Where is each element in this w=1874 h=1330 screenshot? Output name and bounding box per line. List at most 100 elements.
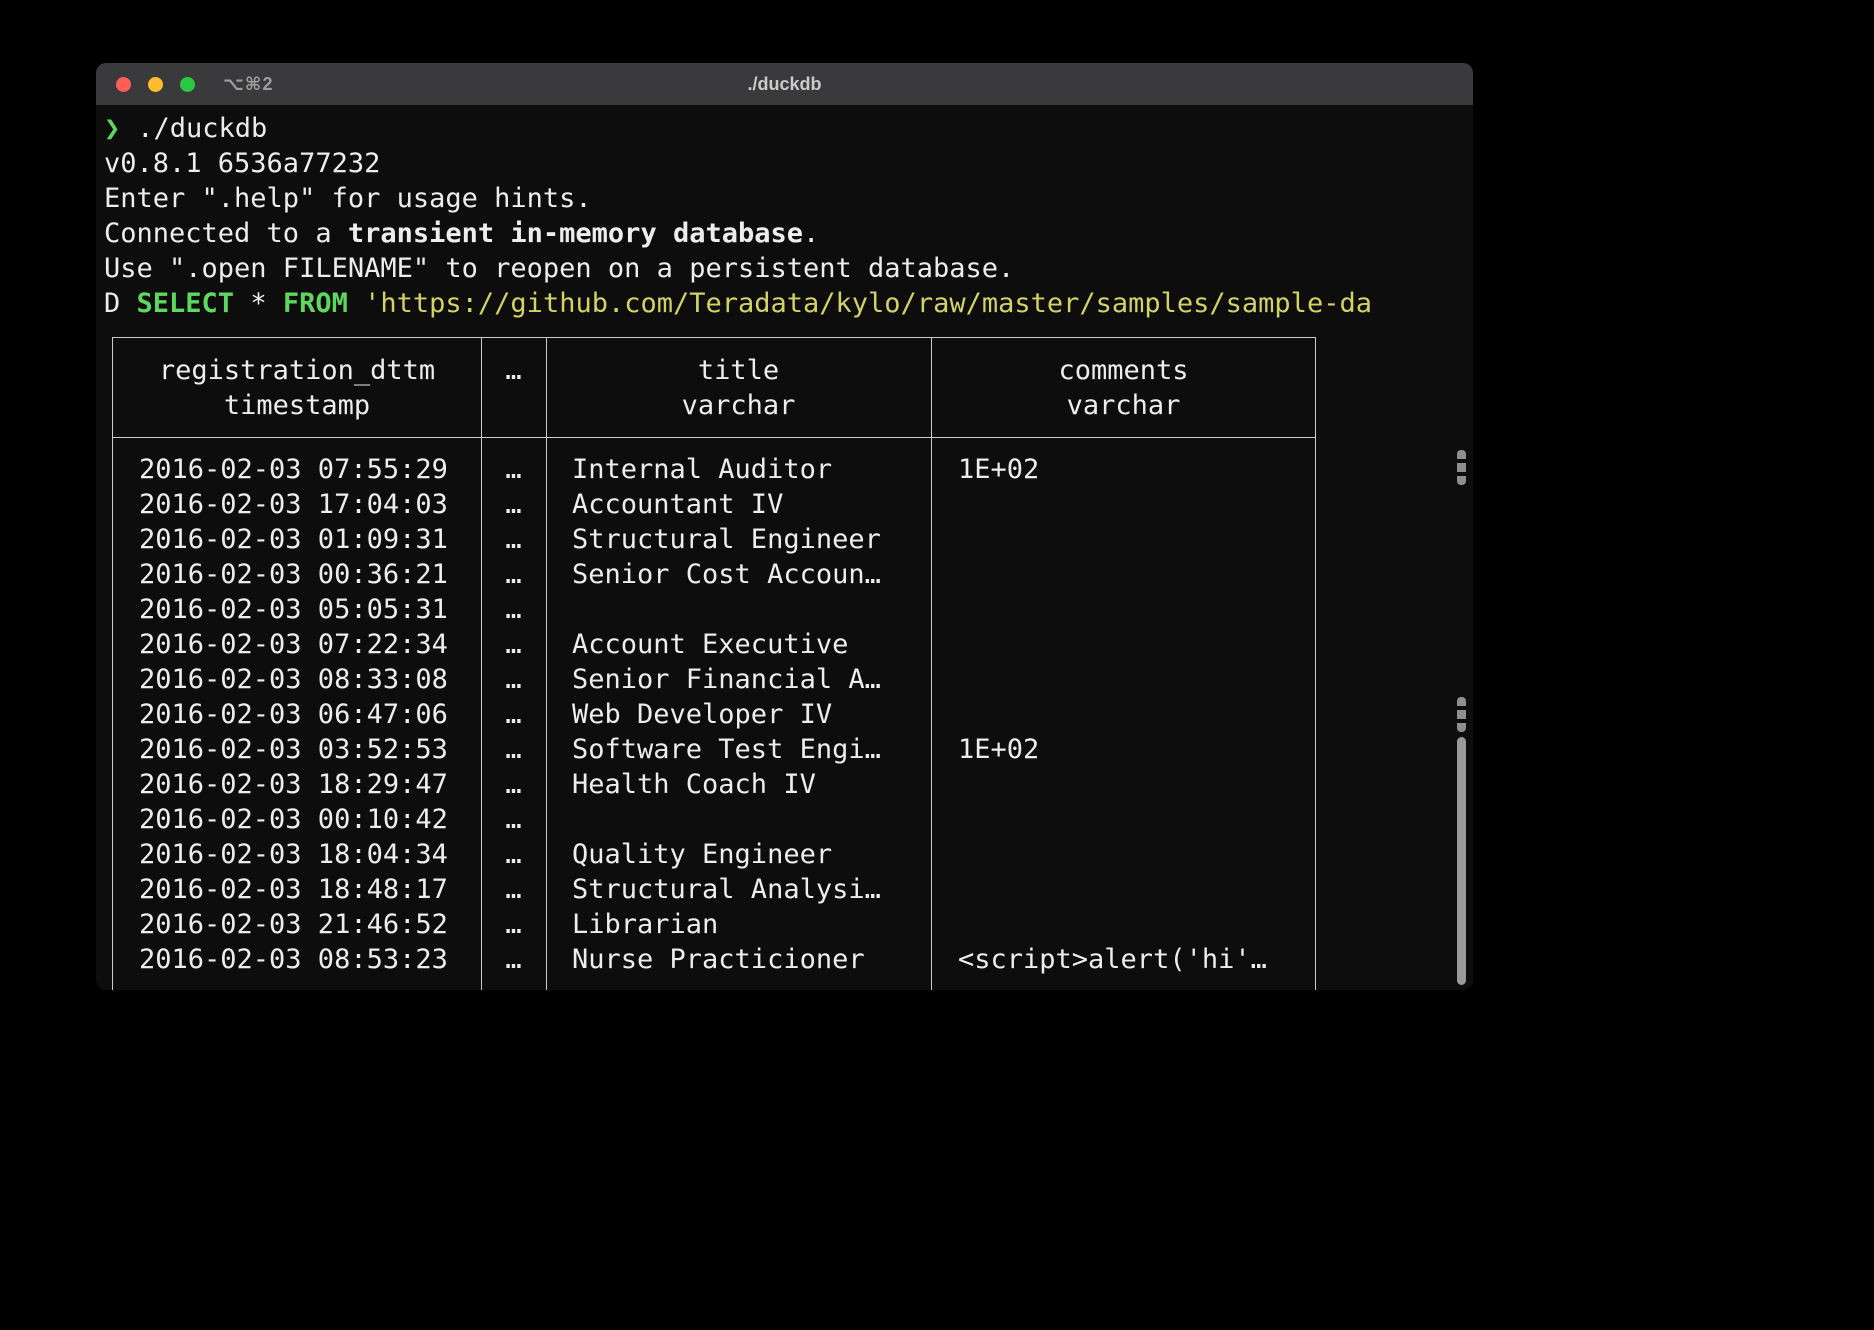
cell-ellipsis: …: [481, 872, 546, 907]
cell-registration-dttm: 2016-02-03 07:55:29: [113, 452, 481, 487]
cell-comments: [931, 767, 1316, 802]
cell-ellipsis: …: [481, 802, 546, 837]
cell-title: [546, 802, 931, 837]
cell-title: Senior Cost Accoun…: [546, 557, 931, 592]
cell-title: Structural Analysi…: [546, 872, 931, 907]
cell-ellipsis: …: [481, 697, 546, 732]
cell-title: Librarian: [546, 907, 931, 942]
cell-ellipsis: …: [481, 942, 546, 977]
cell-comments: [931, 872, 1316, 907]
version-line: v0.8.1 6536a77232: [104, 146, 1473, 181]
cell-comments: [931, 837, 1316, 872]
column-type: varchar: [931, 388, 1316, 423]
table-row: 2016-02-03 03:52:53 … Software Test Engi…: [113, 732, 1315, 767]
header-title: title varchar: [546, 353, 931, 423]
cell-comments: [931, 592, 1316, 627]
cell-comments: [931, 907, 1316, 942]
cell-registration-dttm: 2016-02-03 00:10:42: [113, 802, 481, 837]
table-row: 2016-02-03 08:53:23 … Nurse Practicioner…: [113, 942, 1315, 977]
cell-comments: 1E+02: [931, 452, 1316, 487]
cell-title: Account Executive: [546, 627, 931, 662]
column-type: timestamp: [113, 388, 481, 423]
cell-title: Accountant IV: [546, 487, 931, 522]
result-table: registration_dttm timestamp … title varc…: [112, 337, 1316, 990]
cell-title: Nurse Practicioner: [546, 942, 931, 977]
connected-prefix: Connected to a: [104, 218, 348, 249]
cell-title: Quality Engineer: [546, 837, 931, 872]
from-keyword: FROM: [283, 288, 348, 319]
cell-comments: [931, 802, 1316, 837]
window-titlebar[interactable]: ⌥⌘2 ./duckdb: [96, 63, 1473, 105]
column-name: registration_dttm: [113, 353, 481, 388]
cell-ellipsis: …: [481, 627, 546, 662]
cell-comments: [931, 522, 1316, 557]
cell-title: Software Test Engi…: [546, 732, 931, 767]
column-type: varchar: [546, 388, 931, 423]
cell-ellipsis: …: [481, 662, 546, 697]
cell-title: Senior Financial A…: [546, 662, 931, 697]
open-hint-line: Use ".open FILENAME" to reopen on a pers…: [104, 251, 1473, 286]
cell-ellipsis: …: [481, 452, 546, 487]
connected-line: Connected to a transient in-memory datab…: [104, 216, 1473, 251]
terminal-content: ❯./duckdb v0.8.1 6536a77232 Enter ".help…: [96, 105, 1473, 990]
header-registration-dttm: registration_dttm timestamp: [113, 353, 481, 423]
prompt-line: ❯./duckdb: [104, 111, 1473, 146]
cell-ellipsis: …: [481, 522, 546, 557]
cell-registration-dttm: 2016-02-03 17:04:03: [113, 487, 481, 522]
query-line: D SELECT * FROM 'https://github.com/Tera…: [104, 286, 1473, 321]
table-row: 2016-02-03 05:05:31 …: [113, 592, 1315, 627]
column-type: [481, 388, 546, 423]
cell-registration-dttm: 2016-02-03 05:05:31: [113, 592, 481, 627]
cell-ellipsis: …: [481, 557, 546, 592]
scrollbar-mark: [1457, 450, 1466, 485]
cell-title: [546, 592, 931, 627]
scrollbar-thumb[interactable]: [1457, 737, 1466, 985]
table-row: 2016-02-03 00:36:21 … Senior Cost Accoun…: [113, 557, 1315, 592]
cell-registration-dttm: 2016-02-03 06:47:06: [113, 697, 481, 732]
cell-ellipsis: …: [481, 732, 546, 767]
select-keyword: SELECT: [137, 288, 235, 319]
cell-comments: 1E+02: [931, 732, 1316, 767]
cell-ellipsis: …: [481, 907, 546, 942]
column-name: …: [481, 353, 546, 388]
cell-comments: <script>alert('hi'…: [931, 942, 1316, 977]
cell-comments: [931, 662, 1316, 697]
cell-registration-dttm: 2016-02-03 07:22:34: [113, 627, 481, 662]
column-divider: [546, 338, 547, 990]
cell-registration-dttm: 2016-02-03 08:53:23: [113, 942, 481, 977]
terminal-window: ⌥⌘2 ./duckdb ❯./duckdb v0.8.1 6536a77232…: [96, 63, 1473, 990]
table-row: 2016-02-03 18:04:34 … Quality Engineer: [113, 837, 1315, 872]
table-row: 2016-02-03 17:04:03 … Accountant IV: [113, 487, 1315, 522]
cell-registration-dttm: 2016-02-03 00:36:21: [113, 557, 481, 592]
cell-comments: [931, 487, 1316, 522]
table-row: 2016-02-03 06:47:06 … Web Developer IV: [113, 697, 1315, 732]
cell-registration-dttm: 2016-02-03 18:48:17: [113, 872, 481, 907]
star-segment: *: [234, 288, 283, 319]
scrollbar-mark: [1457, 697, 1466, 732]
cell-registration-dttm: 2016-02-03 18:04:34: [113, 837, 481, 872]
cell-registration-dttm: 2016-02-03 18:29:47: [113, 767, 481, 802]
cell-ellipsis: …: [481, 837, 546, 872]
connected-suffix: .: [803, 218, 819, 249]
table-row: 2016-02-03 07:22:34 … Account Executive: [113, 627, 1315, 662]
column-divider: [481, 338, 482, 990]
table-row: 2016-02-03 21:46:52 … Librarian: [113, 907, 1315, 942]
column-divider: [931, 338, 932, 990]
table-row: 2016-02-03 18:48:17 … Structural Analysi…: [113, 872, 1315, 907]
table-row: 2016-02-03 07:55:29 … Internal Auditor 1…: [113, 452, 1315, 487]
cell-ellipsis: …: [481, 592, 546, 627]
table-row: 2016-02-03 08:33:08 … Senior Financial A…: [113, 662, 1315, 697]
connected-emphasis: transient in-memory database: [348, 218, 803, 249]
prompt-chevron-icon: ❯: [104, 113, 120, 144]
cell-comments: [931, 627, 1316, 662]
cell-comments: [931, 557, 1316, 592]
column-name: comments: [931, 353, 1316, 388]
query-string: 'https://github.com/Teradata/kylo/raw/ma…: [348, 288, 1372, 319]
table-row: 2016-02-03 18:29:47 … Health Coach IV: [113, 767, 1315, 802]
column-name: title: [546, 353, 931, 388]
table-row: 2016-02-03 01:09:31 … Structural Enginee…: [113, 522, 1315, 557]
help-hint-line: Enter ".help" for usage hints.: [104, 181, 1473, 216]
cell-title: Internal Auditor: [546, 452, 931, 487]
cell-comments: [931, 697, 1316, 732]
cell-registration-dttm: 2016-02-03 21:46:52: [113, 907, 481, 942]
